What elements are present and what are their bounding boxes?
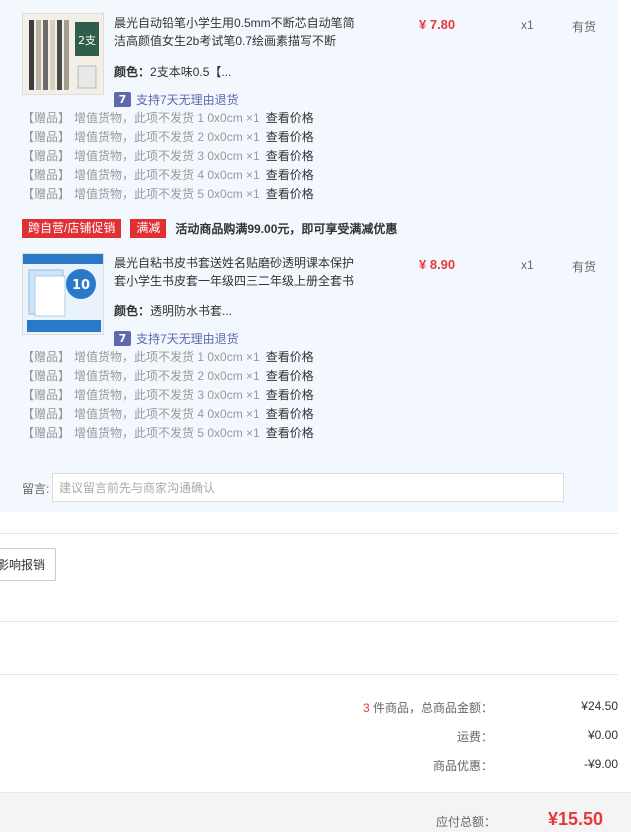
discount-value: -¥9.00 [583,757,618,771]
gift-row: 【赠品】 增值货物，此项不发货 2 0x0cm ×1 查看价格 [22,128,382,147]
gift-text: 增值货物，此项不发货 3 0x0cm ×1 [74,149,260,163]
gift-list: 【赠品】 增值货物，此项不发货 1 0x0cm ×1 查看价格 【赠品】 增值货物，此… [22,348,382,443]
view-price-link[interactable]: 查看价格 [266,168,314,182]
promo-text: 活动商品购满99.00元，即可享受满减优惠 [175,222,398,236]
view-price-link[interactable]: 查看价格 [266,350,314,364]
thumb-badge: 10 [72,278,90,293]
gift-row: 【赠品】 增值货物，此项不发货 5 0x0cm ×1 查看价格 [22,424,382,443]
gift-tag: 【赠品】 [22,130,71,144]
return-policy-text: 支持7天无理由退货 [136,93,239,107]
attribute-value: 2支本味0.5【... [150,65,232,79]
return-7day-icon: 7 [114,331,131,346]
memo-input[interactable] [52,473,564,502]
return-policy-text: 支持7天无理由退货 [136,332,239,346]
shipping-value: ¥0.00 [587,728,618,742]
thumb-badge: 2支 [78,34,96,47]
invoice-reimburse-button[interactable]: 影响报销 [0,548,56,581]
gift-text: 增值货物，此项不发货 3 0x0cm ×1 [74,388,260,402]
promo-tag-discount: 满减 [130,219,167,238]
view-price-link[interactable]: 查看价格 [266,407,314,421]
promotion-bar: 跨自营/店铺促销 满减 活动商品购满99.00元，即可享受满减优惠 [22,219,397,238]
view-price-link[interactable]: 查看价格 [266,111,314,125]
promo-tag-store: 跨自营/店铺促销 [22,219,122,238]
gift-row: 【赠品】 增值货物，此项不发货 2 0x0cm ×1 查看价格 [22,367,382,386]
product-stock-status: 有货 [572,20,597,34]
gift-row: 【赠品】 增值货物，此项不发货 4 0x0cm ×1 查看价格 [22,166,382,185]
shipping-label: 运费： [456,730,493,744]
gift-tag: 【赠品】 [22,350,71,364]
view-price-link[interactable]: 查看价格 [266,388,314,402]
view-price-link[interactable]: 查看价格 [266,187,314,201]
gift-tag: 【赠品】 [22,426,71,440]
return-policy[interactable]: 7 支持7天无理由退货 [114,91,239,108]
gift-tag: 【赠品】 [22,369,71,383]
attribute-value: 透明防水书套... [150,304,233,318]
order-items-panel: 2支 晨光自动铅笔小学生用0.5mm不断芯自动笔简洁高颜值女生2b考试笔0.7绘… [0,0,618,512]
view-price-link[interactable]: 查看价格 [266,426,314,440]
divider [0,533,618,534]
gift-row: 【赠品】 增值货物，此项不发货 5 0x0cm ×1 查看价格 [22,185,382,204]
gift-tag: 【赠品】 [22,168,71,182]
gift-row: 【赠品】 增值货物，此项不发货 1 0x0cm ×1 查看价格 [22,348,382,367]
gift-text: 增值货物，此项不发货 2 0x0cm ×1 [74,369,260,383]
divider [0,674,618,675]
gift-row: 【赠品】 增值货物，此项不发货 3 0x0cm ×1 查看价格 [22,386,382,405]
attribute-label: 颜色： [114,304,151,318]
gift-text: 增值货物，此项不发货 5 0x0cm ×1 [74,426,260,440]
product-price: ¥ 7.80 [419,17,456,32]
memo-label: 留言: [22,482,50,496]
total-label: 应付总额： [436,815,497,829]
gift-tag: 【赠品】 [22,388,71,402]
gift-row: 【赠品】 增值货物，此项不发货 1 0x0cm ×1 查看价格 [22,109,382,128]
item-count: 3 [362,701,370,715]
divider [0,621,618,622]
view-price-link[interactable]: 查看价格 [266,369,314,383]
payable-total-bar: 应付总额： ¥15.50 [0,792,631,832]
product-name[interactable]: 晨光自粘书皮书套送姓名贴磨砂透明课本保护套小学生书皮套一年级四三二年级上册全套书 [114,254,364,290]
view-price-link[interactable]: 查看价格 [266,149,314,163]
book-cover-product-image: 10 [23,254,103,334]
attribute-label: 颜色： [114,65,151,79]
gift-text: 增值货物，此项不发货 4 0x0cm ×1 [74,168,260,182]
product-thumbnail[interactable]: 10 [22,253,104,335]
gift-text: 增值货物，此项不发货 1 0x0cm ×1 [74,350,260,364]
invoice-button-label: 影响报销 [0,558,45,572]
gift-list: 【赠品】 增值货物，此项不发货 1 0x0cm ×1 查看价格 【赠品】 增值货物，此… [22,109,382,204]
view-price-link[interactable]: 查看价格 [266,130,314,144]
summary-goods-label: 3 件商品，总商品金额： [363,699,493,716]
gift-text: 增值货物，此项不发货 2 0x0cm ×1 [74,130,260,144]
total-value: ¥15.50 [548,809,604,829]
gift-tag: 【赠品】 [22,149,71,163]
product-thumbnail[interactable]: 2支 [22,13,104,95]
return-policy[interactable]: 7 支持7天无理由退货 [114,330,239,347]
product-quantity: x1 [521,258,534,272]
gift-text: 增值货物，此项不发货 5 0x0cm ×1 [74,187,260,201]
pencil-product-image: 2支 [23,14,103,94]
product-name[interactable]: 晨光自动铅笔小学生用0.5mm不断芯自动笔简洁高颜值女生2b考试笔0.7绘画素描… [114,14,364,50]
gift-row: 【赠品】 增值货物，此项不发货 3 0x0cm ×1 查看价格 [22,147,382,166]
gift-row: 【赠品】 增值货物，此项不发货 4 0x0cm ×1 查看价格 [22,405,382,424]
gift-tag: 【赠品】 [22,407,71,421]
gift-tag: 【赠品】 [22,111,71,125]
item-count-suffix: 件商品，总商品金额： [369,701,493,715]
return-7day-icon: 7 [114,92,131,107]
discount-label: 商品优惠： [432,759,493,773]
gift-text: 增值货物，此项不发货 1 0x0cm ×1 [74,111,260,125]
gift-text: 增值货物，此项不发货 4 0x0cm ×1 [74,407,260,421]
product-stock-status: 有货 [572,260,597,274]
product-attribute: 颜色：2支本味0.5【... [114,63,231,80]
product-price: ¥ 8.90 [419,257,456,272]
gift-tag: 【赠品】 [22,187,71,201]
goods-amount-value: ¥24.50 [581,699,618,713]
product-quantity: x1 [521,18,534,32]
product-attribute: 颜色：透明防水书套... [114,302,232,319]
